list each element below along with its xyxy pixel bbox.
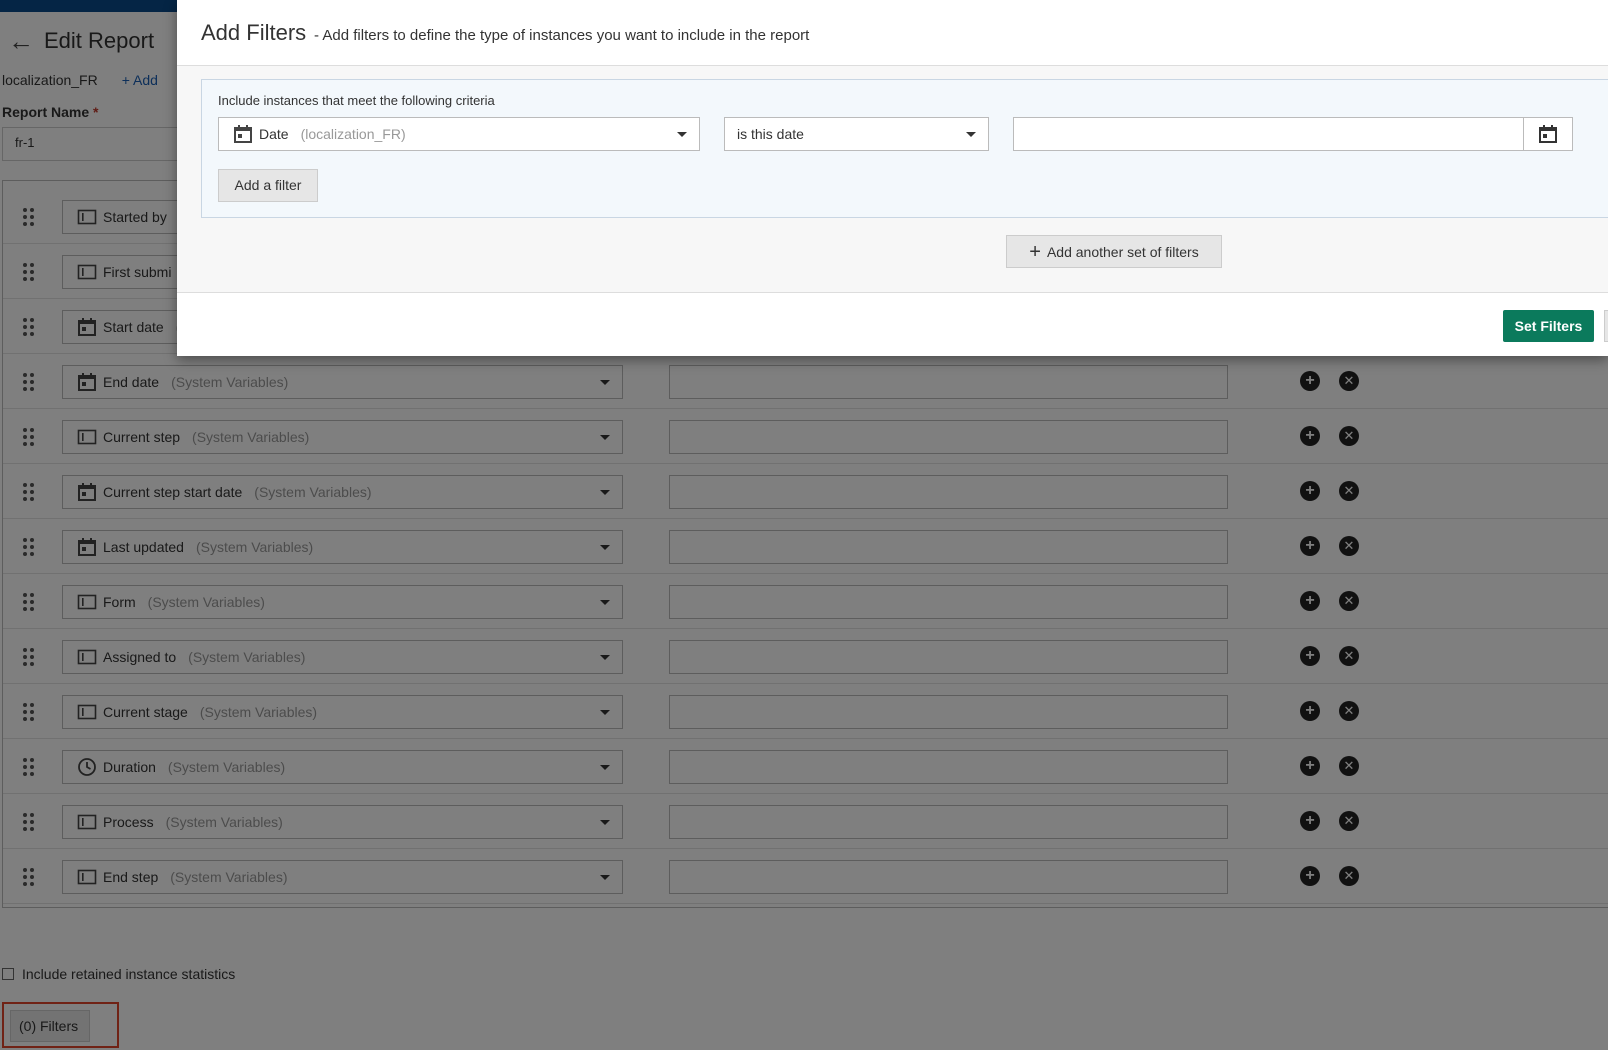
chevron-down-icon xyxy=(677,132,687,137)
chevron-down-icon xyxy=(966,132,976,137)
add-filter-button[interactable]: Add a filter xyxy=(218,169,318,202)
add-filters-modal: Add Filters - Add filters to define the … xyxy=(177,0,1608,356)
cancel-button-edge[interactable] xyxy=(1604,310,1608,342)
date-picker-button[interactable] xyxy=(1523,118,1572,150)
modal-title: Add Filters xyxy=(201,20,307,45)
filter-date-input[interactable] xyxy=(1013,117,1573,151)
calendar-icon xyxy=(234,125,252,143)
filter-operator-select[interactable]: is this date xyxy=(724,117,989,151)
modal-footer: Set Filters xyxy=(177,292,1608,356)
filter-criteria-group: Include instances that meet the followin… xyxy=(201,79,1608,218)
add-filter-set-label: Add another set of filters xyxy=(1046,243,1199,260)
modal-header: Add Filters - Add filters to define the … xyxy=(177,0,1608,66)
filter-variable-source: (localization_FR) xyxy=(300,126,406,142)
set-filters-button[interactable]: Set Filters xyxy=(1503,310,1594,342)
add-filter-set-button[interactable]: + Add another set of filters xyxy=(1006,235,1222,268)
modal-subtitle: - Add filters to define the type of inst… xyxy=(314,27,810,44)
filter-variable-name: Date xyxy=(259,126,289,142)
filter-variable-select[interactable]: Date (localization_FR) xyxy=(218,117,700,151)
calendar-icon xyxy=(1539,125,1557,143)
plus-icon: + xyxy=(1029,240,1041,263)
filter-operator-value: is this date xyxy=(737,126,804,142)
criteria-label: Include instances that meet the followin… xyxy=(218,93,495,108)
